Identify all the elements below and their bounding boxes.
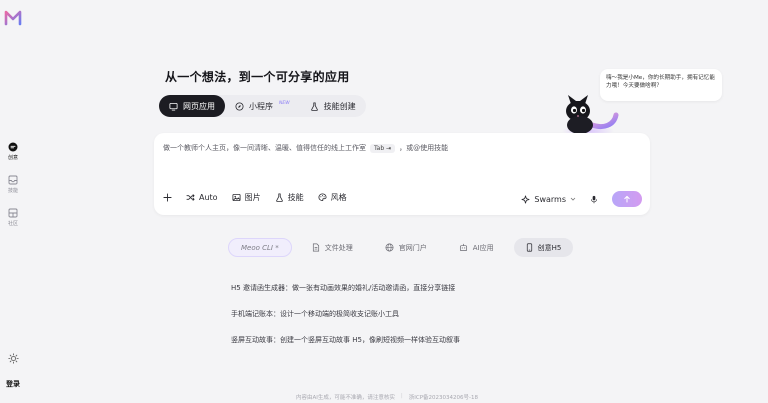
skill-button[interactable]: 技能 <box>275 192 304 203</box>
left-rail: 创意 技能 社区 登录 <box>0 0 26 403</box>
phone-icon <box>526 243 532 252</box>
footer-divider: | <box>400 393 403 399</box>
icp-license-link[interactable]: 浙ICP备2023034206号-18 <box>409 393 478 401</box>
tab-label: 创意H5 <box>537 243 562 252</box>
prompt-placeholder: 做一个教师个人主页，像一间清晰、温暖、值得信任的线上工作室 <box>163 144 366 152</box>
login-button[interactable]: 登录 <box>0 379 26 389</box>
screen-icon <box>169 102 178 111</box>
tab-file-processing[interactable]: 文件处理 <box>300 238 365 257</box>
tab-label: 技能创建 <box>323 101 356 111</box>
plus-icon <box>163 193 172 202</box>
style-button[interactable]: 风格 <box>318 192 347 203</box>
main-area: 从一个想法，到一个可分享的应用 网页应用 小程序 NEW 技能创建 嗨～我是小M… <box>26 0 768 403</box>
send-button[interactable] <box>612 191 642 207</box>
sidebar-item-skills[interactable]: 技能 <box>0 175 26 194</box>
auto-label: Auto <box>199 193 218 202</box>
prompt-input[interactable]: 做一个教师个人主页，像一间清晰、温暖、值得信任的线上工作室 Tab ⇥ ，或@使… <box>163 143 448 153</box>
tab-ai-app[interactable]: AI应用 <box>447 238 506 257</box>
swarm-icon <box>521 194 530 204</box>
auto-button[interactable]: Auto <box>186 193 218 202</box>
tab-website-portal[interactable]: 官网门户 <box>373 238 439 257</box>
flask-icon <box>275 193 283 202</box>
composer-toolbar: Auto 图片 技能 风格 <box>163 192 347 203</box>
image-label: 图片 <box>244 193 261 202</box>
example-prompt[interactable]: 竖屏互动故事：创建一个竖屏互动故事 H5，像刷短视频一样体验互动叙事 <box>231 335 460 345</box>
add-button[interactable] <box>163 193 172 202</box>
ai-disclaimer: 内容由AI生成，可能不准确，请注意核实 <box>296 395 395 401</box>
tab-label: AI应用 <box>472 243 494 252</box>
tab-skill-create[interactable]: 技能创建 <box>300 95 366 117</box>
sidebar-item-label: 创意 <box>7 155 18 161</box>
shuffle-icon <box>186 194 195 201</box>
model-label: Swarms <box>534 194 566 204</box>
globe-icon <box>385 243 394 252</box>
sidebar-item-community[interactable]: 社区 <box>0 208 26 227</box>
sidebar-item-label: 技能 <box>7 188 18 194</box>
feature-tabs: Meoo CLI * 文件处理 官网门户 AI应用 创意H5 <box>228 238 574 257</box>
new-badge: NEW <box>279 100 290 106</box>
tab-meoo-cli[interactable]: Meoo CLI * <box>228 238 292 257</box>
example-prompt[interactable]: H5 邀请函生成器：做一张有动画效果的婚礼/活动邀请函，直接分享链接 <box>231 283 455 293</box>
model-selector[interactable]: Swarms <box>521 195 576 204</box>
footer: 内容由AI生成，可能不准确，请注意核实 | 浙ICP备2023034206号-1… <box>296 393 478 401</box>
inbox-icon <box>8 175 18 185</box>
mode-switcher: 网页应用 小程序 NEW 技能创建 <box>159 95 366 117</box>
theme-toggle[interactable] <box>0 353 26 366</box>
tab-creative-h5[interactable]: 创意H5 <box>513 238 574 257</box>
chevron-down-icon <box>570 197 576 201</box>
file-icon <box>312 243 319 252</box>
composer-right-tools: Swarms <box>521 191 642 207</box>
style-label: 风格 <box>330 193 347 202</box>
grid-icon <box>8 208 18 218</box>
tab-label: Meoo CLI * <box>241 243 279 252</box>
compass-icon <box>235 101 244 111</box>
image-icon <box>232 193 241 202</box>
flask-icon <box>310 101 318 111</box>
tab-label: 网页应用 <box>183 101 215 111</box>
cat-mascot-icon[interactable] <box>558 85 620 137</box>
chat-bubble-icon <box>8 142 18 152</box>
voice-input-button[interactable] <box>590 195 598 204</box>
tab-mini-program[interactable]: 小程序 NEW <box>225 95 300 117</box>
arrow-up-icon <box>624 195 630 203</box>
skill-label: 技能 <box>287 193 304 202</box>
robot-icon <box>459 243 467 252</box>
sidebar-item-create[interactable]: 创意 <box>0 142 26 161</box>
palette-icon <box>318 193 327 201</box>
example-prompt[interactable]: 手机端记账本：设计一个移动端的极简收支记账小工具 <box>231 309 399 319</box>
tab-label: 小程序 <box>249 101 273 111</box>
skill-hint: ，或@使用技能 <box>399 144 449 152</box>
tab-label: 官网门户 <box>398 243 427 252</box>
tab-web-app[interactable]: 网页应用 <box>159 95 225 117</box>
tab-key-hint: Tab ⇥ <box>370 143 396 153</box>
prompt-composer[interactable]: 做一个教师个人主页，像一间清晰、温暖、值得信任的线上工作室 Tab ⇥ ，或@使… <box>154 133 650 215</box>
page-title: 从一个想法，到一个可分享的应用 <box>165 70 350 84</box>
sidebar-item-label: 社区 <box>7 221 18 227</box>
image-button[interactable]: 图片 <box>232 192 261 203</box>
microphone-icon <box>591 195 597 203</box>
sun-icon <box>7 353 19 364</box>
tab-label: 文件处理 <box>324 243 353 252</box>
app-logo-icon[interactable] <box>4 9 22 27</box>
